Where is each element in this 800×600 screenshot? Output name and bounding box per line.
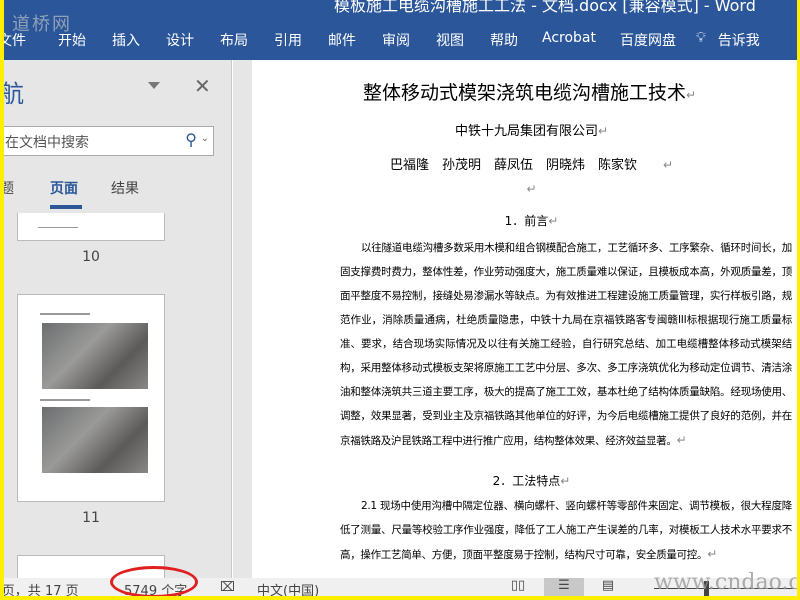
tab-home[interactable]: 开始 xyxy=(58,30,86,50)
web-layout-button[interactable]: ▤ xyxy=(588,578,628,596)
tab-acrobat[interactable]: Acrobat xyxy=(542,30,596,50)
nav-options-dropdown-icon[interactable] xyxy=(148,82,160,89)
section-heading-2: 2．工法特点↵ xyxy=(492,474,571,488)
red-highlight-circle xyxy=(110,566,198,596)
tab-file[interactable]: 文件 xyxy=(4,30,26,50)
chevron-down-icon[interactable]: ⌄ xyxy=(201,133,209,144)
tab-insert[interactable]: 插入 xyxy=(112,30,140,50)
word-window: 模板施工电缆沟槽施工工法 - 文档.docx [兼容模式] - Word 道桥网… xyxy=(4,0,797,596)
page-thumbnail-10[interactable] xyxy=(17,213,165,241)
page-thumbnail-11[interactable] xyxy=(17,294,165,502)
proofing-icon[interactable]: ⌧ xyxy=(220,580,235,595)
page-info[interactable]: 第 11 页，共 17 页 xyxy=(4,580,79,596)
tab-headings[interactable]: 标题 xyxy=(4,178,14,198)
doc-authors: 巴福隆 孙茂明 薛凤伍 阴晓炜 陈家钦 ↵ xyxy=(389,158,674,173)
title-bar: 模板施工电缆沟槽施工工法 - 文档.docx [兼容模式] - Word 道桥网… xyxy=(4,0,797,60)
paragraph-2: 2.1 现场中使用沟槽中隔定位器、横向螺杆、竖向螺杆等零部件来固定、调节模板，很… xyxy=(340,500,792,561)
language[interactable]: 中文(中国) xyxy=(257,580,319,596)
tell-me[interactable]: 告诉我 xyxy=(718,30,760,50)
tab-mailings[interactable]: 邮件 xyxy=(328,30,356,50)
search-icon[interactable]: ⚲ xyxy=(185,130,197,149)
doc-title: 整体移动式模架浇筑电缆沟槽施工技术↵ xyxy=(362,82,697,104)
section-heading-1: 1．前言↵ xyxy=(504,214,559,228)
lightbulb-icon[interactable]: 💡︎ xyxy=(696,30,706,50)
tab-layout[interactable]: 布局 xyxy=(220,30,248,50)
search-input[interactable]: 在文档中搜索 ⚲ ⌄ xyxy=(4,126,214,156)
tab-references[interactable]: 引用 xyxy=(274,30,302,50)
close-icon[interactable]: ✕ xyxy=(194,74,211,98)
window-title: 模板施工电缆沟槽施工工法 - 文档.docx [兼容模式] - Word xyxy=(334,0,756,15)
thumbnail-photo xyxy=(42,323,148,389)
active-tab-indicator xyxy=(50,205,82,209)
nav-title: 航 xyxy=(4,80,24,108)
doc-org: 中铁十九局集团有限公司↵ xyxy=(454,124,609,139)
page-label-11: 11 xyxy=(82,510,100,526)
ribbon-tabs: 文件 开始 插入 设计 布局 引用 邮件 审阅 视图 帮助 Acrobat 百度… xyxy=(4,30,760,50)
navigation-pane: 航 ✕ 在文档中搜索 ⚲ ⌄ 标题 页面 结果 10 11 xyxy=(4,60,232,585)
blank-line: ↵ xyxy=(526,182,537,196)
watermark-text: www.cndao.com xyxy=(654,570,797,595)
tab-help[interactable]: 帮助 xyxy=(490,30,518,50)
tab-review[interactable]: 审阅 xyxy=(382,30,410,50)
read-mode-button[interactable]: ▯▯ xyxy=(498,578,538,596)
tab-design[interactable]: 设计 xyxy=(166,30,194,50)
tab-view[interactable]: 视图 xyxy=(436,30,464,50)
paragraph-1: 以往隧道电缆沟槽多数采用木模和组合钢模配合施工，工艺循环多、工序繁杂、循环时间长… xyxy=(340,242,792,447)
tab-pages[interactable]: 页面 xyxy=(50,178,78,198)
thumbnail-photo xyxy=(42,407,148,473)
status-bar: 第 11 页，共 17 页 5749 个字 ⌧ 中文(中国) ▯▯ ☰ ▤ ww… xyxy=(4,566,797,596)
tab-results[interactable]: 结果 xyxy=(111,178,139,198)
document-area: 整体移动式模架浇筑电缆沟槽施工技术↵ 中铁十九局集团有限公司↵ 巴福隆 孙茂明 … xyxy=(233,60,797,578)
page-label-10: 10 xyxy=(82,249,100,265)
document-page[interactable]: 整体移动式模架浇筑电缆沟槽施工技术↵ 中铁十九局集团有限公司↵ 巴福隆 孙茂明 … xyxy=(252,60,797,578)
print-layout-button[interactable]: ☰ xyxy=(544,578,584,596)
tab-baidu-netdisk[interactable]: 百度网盘 xyxy=(620,30,676,50)
